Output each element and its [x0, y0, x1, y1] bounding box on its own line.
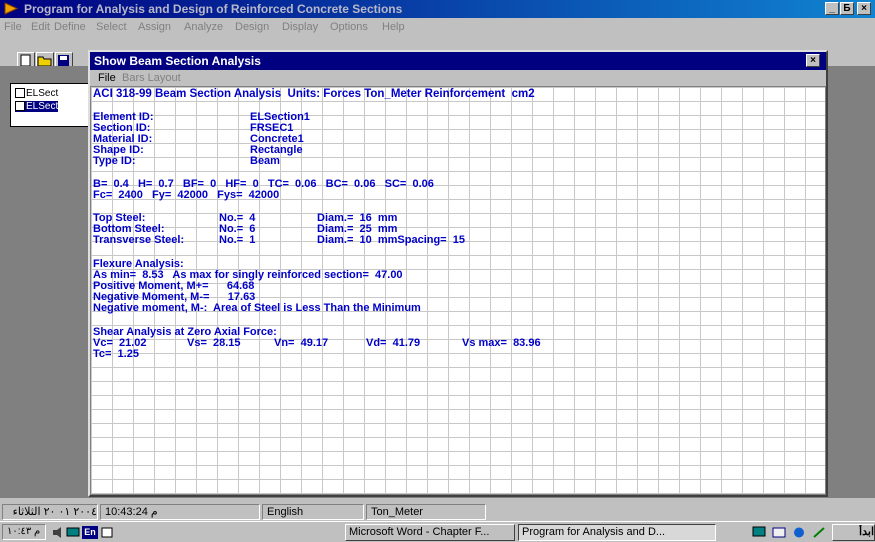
- dialog-title: Show Beam Section Analysis: [94, 54, 261, 68]
- dialog-title-bar: Show Beam Section Analysis ×: [90, 52, 826, 70]
- quicklaunch-desktop-icon[interactable]: [752, 526, 766, 539]
- shear-vs-max: Vs max= 83.96: [462, 337, 541, 349]
- status-language: English: [262, 504, 364, 520]
- menu-display[interactable]: Display: [282, 21, 318, 33]
- torsion-tc: Tc= 1.25: [93, 348, 139, 360]
- menu-help[interactable]: Help: [382, 21, 405, 33]
- dialog-menu-file[interactable]: File: [98, 72, 116, 84]
- taskbar-word-label: Microsoft Word - Chapter F...: [349, 526, 490, 538]
- type-id-value: Beam: [250, 155, 280, 167]
- status-units: Ton_Meter: [366, 504, 486, 520]
- section-checkbox[interactable]: [15, 88, 25, 99]
- main-title-bar: Program for Analysis and Design of Reinf…: [0, 0, 875, 18]
- materials-line: Fc= 2400 Fy= 42000 Fys= 42000: [93, 189, 280, 201]
- status-time: 10:43:24 م: [100, 504, 260, 520]
- status-bar: ٢٠٠٤ ٠١ ٢٠ الثلاثاء 10:43:24 م English T…: [0, 503, 875, 521]
- speaker-icon: [53, 527, 61, 538]
- dialog-menu-bars-layout[interactable]: Bars Layout: [122, 72, 181, 84]
- taskbar-word[interactable]: Microsoft Word - Chapter F...: [345, 524, 515, 541]
- shear-vs: Vs= 28.15: [187, 337, 241, 349]
- section-checkbox[interactable]: [15, 101, 25, 112]
- section-list-item[interactable]: ELSect: [15, 88, 58, 99]
- type-id-label: Type ID:: [93, 155, 136, 167]
- app-title: Program for Analysis and Design of Reinf…: [24, 2, 403, 16]
- transverse-steel-count: No.= 1: [219, 234, 256, 246]
- menu-assign[interactable]: Assign: [138, 21, 171, 33]
- language-badge[interactable]: En: [82, 526, 98, 539]
- report-header: ACI 318-99 Beam Section Analysis Units: …: [93, 88, 535, 100]
- menu-edit[interactable]: Edit: [31, 21, 50, 33]
- dialog-menu-bar: File Bars Layout: [90, 70, 826, 86]
- transverse-steel-diam: Diam.= 10 mmSpacing= 15: [317, 234, 465, 246]
- tray-clock: م ١٠:٤٣: [2, 524, 46, 540]
- menu-options[interactable]: Options: [330, 21, 368, 33]
- status-date: ٢٠٠٤ ٠١ ٢٠ الثلاثاء: [2, 504, 98, 520]
- close-button[interactable]: ×: [857, 2, 871, 15]
- dialog-close-button[interactable]: ×: [806, 54, 820, 67]
- sections-list-window: ELSect ELSect: [10, 83, 92, 127]
- app-icon: [4, 2, 18, 15]
- menu-select[interactable]: Select: [96, 21, 127, 33]
- main-menu-bar: File Edit Define Select Assign Analyze D…: [0, 18, 875, 36]
- transverse-steel-label: Transverse Steel:: [93, 234, 185, 246]
- menu-file[interactable]: File: [4, 21, 22, 33]
- shear-vd: Vd= 41.79: [366, 337, 421, 349]
- taskbar-program-label: Program for Analysis and D...: [522, 526, 666, 538]
- start-label: ابدأ: [859, 526, 874, 538]
- beam-analysis-dialog: Show Beam Section Analysis × File Bars L…: [88, 50, 828, 497]
- minimize-button[interactable]: _: [825, 2, 839, 15]
- restore-button[interactable]: Б: [840, 2, 854, 15]
- shear-vn: Vn= 49.17: [274, 337, 329, 349]
- menu-define[interactable]: Define: [54, 21, 86, 33]
- section-list-item-selected[interactable]: ELSect: [15, 101, 59, 112]
- network-icon: [66, 527, 80, 537]
- start-button[interactable]: ابدأ: [832, 524, 875, 541]
- negative-moment-note: Negative moment, M-: Area of Steel is Le…: [93, 302, 421, 314]
- menu-analyze[interactable]: Analyze: [184, 21, 223, 33]
- quicklaunch-ie-icon[interactable]: [792, 526, 806, 539]
- menu-design[interactable]: Design: [235, 21, 269, 33]
- report-grid: ACI 318-99 Beam Section Analysis Units: …: [90, 86, 826, 495]
- taskbar: م ١٠:٤٣ En Microsoft Word - Chapter F...…: [0, 521, 875, 542]
- quicklaunch-channels-icon[interactable]: [812, 526, 826, 539]
- taskbar-program[interactable]: Program for Analysis and D...: [518, 524, 716, 541]
- quicklaunch-outlook-icon[interactable]: [772, 526, 786, 539]
- tray-app-icon: [101, 527, 113, 538]
